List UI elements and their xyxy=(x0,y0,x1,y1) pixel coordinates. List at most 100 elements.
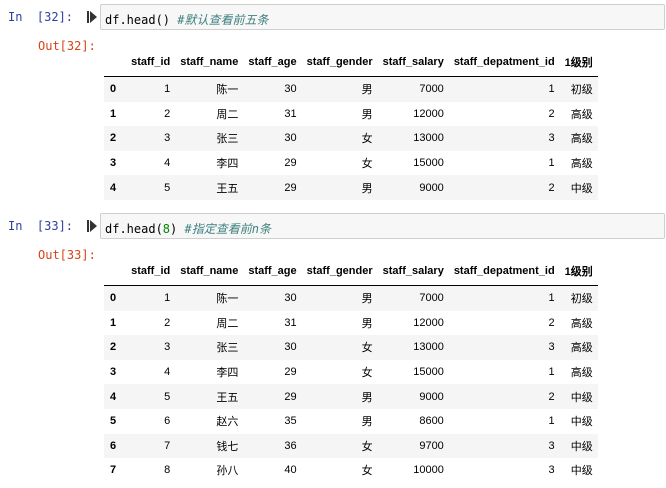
table-cell: 李四 xyxy=(216,158,239,171)
table-row: 1 2 周二 31 男 12000 2 高级 xyxy=(104,311,598,336)
table-cell: 7000 xyxy=(419,292,444,305)
code-comment: #指定查看前n条 xyxy=(184,222,271,236)
table-cell: 中级 xyxy=(570,391,593,404)
table-header-row: staff_id staff_name staff_age staff_gend… xyxy=(104,257,598,286)
table-cell: 女 xyxy=(361,158,373,171)
row-index: 3 xyxy=(110,157,117,170)
table-cell: 男 xyxy=(361,317,373,330)
table-cell: 女 xyxy=(361,367,373,380)
table-cell: 张三 xyxy=(216,133,239,146)
table-row: 0 1 陈一 30 男 7000 1 初级 xyxy=(104,285,598,311)
output-prompt: Out[32]: xyxy=(38,39,96,53)
table-header-cell: staff_name xyxy=(175,48,244,77)
table-cell: 赵六 xyxy=(216,416,239,429)
table-row: 5 6 赵六 35 男 8600 1 中级 xyxy=(104,409,598,434)
table-row: 1 2 周二 31 男 12000 2 高级 xyxy=(104,102,598,127)
table-cell: 3 xyxy=(548,132,555,145)
table-row: 2 3 张三 30 女 13000 3 高级 xyxy=(104,126,598,151)
table-cell: 高级 xyxy=(570,158,593,171)
table-cell: 高级 xyxy=(570,133,593,146)
table-header-row: staff_id staff_name staff_age staff_gend… xyxy=(104,48,598,77)
table-cell: 4 xyxy=(164,157,171,170)
table-cell: 2 xyxy=(548,181,555,194)
table-cell: 中级 xyxy=(570,440,593,453)
table-cell: 周二 xyxy=(216,317,239,330)
table-header-cell: 1级别 xyxy=(559,257,598,286)
table-cell: 9000 xyxy=(419,390,444,403)
table-header-cell: staff_id xyxy=(126,257,176,286)
table-cell: 周二 xyxy=(216,108,239,121)
code-text: df.head() #默认查看前五条 xyxy=(105,13,269,27)
row-index: 7 xyxy=(110,464,117,477)
input-prompt: In [33]: xyxy=(8,219,74,233)
code-text: df.head(8) #指定查看前n条 xyxy=(105,222,271,236)
row-index: 2 xyxy=(110,132,117,145)
table-cell: 王五 xyxy=(216,391,239,404)
output-prompt: Out[33]: xyxy=(38,248,96,262)
table-cell: 陈一 xyxy=(216,293,239,306)
run-cell-icon[interactable] xyxy=(87,220,97,232)
table-cell: 孙八 xyxy=(216,465,239,478)
table-header-cell: staff_name xyxy=(175,257,244,286)
code-input[interactable]: df.head(8) #指定查看前n条 xyxy=(100,213,665,239)
row-index: 4 xyxy=(110,181,117,194)
table-cell: 3 xyxy=(164,132,171,145)
table-cell: 钱七 xyxy=(216,440,239,453)
table-cell: 男 xyxy=(361,293,373,306)
row-index: 2 xyxy=(110,341,117,354)
table-header-cell: staff_salary xyxy=(377,48,449,77)
table-header-cell: staff_salary xyxy=(377,257,449,286)
table-header-cell: staff_age xyxy=(243,48,302,77)
input-prompt: In [32]: xyxy=(8,10,74,24)
table-cell: 3 xyxy=(548,341,555,354)
table-cell: 36 xyxy=(284,439,297,452)
table-cell: 29 xyxy=(284,390,297,403)
row-index: 5 xyxy=(110,415,117,428)
code-input[interactable]: df.head() #默认查看前五条 xyxy=(100,4,665,30)
table-row: 7 8 孙八 40 女 10000 3 中级 xyxy=(104,458,598,483)
table-cell: 13000 xyxy=(413,341,444,354)
row-index: 3 xyxy=(110,366,117,379)
table-cell: 30 xyxy=(284,341,297,354)
table-cell: 1 xyxy=(548,157,555,170)
table-cell: 女 xyxy=(361,133,373,146)
table-cell: 王五 xyxy=(216,182,239,195)
table-row: 3 4 李四 29 女 15000 1 高级 xyxy=(104,360,598,385)
table-cell: 李四 xyxy=(216,367,239,380)
table-cell: 30 xyxy=(284,292,297,305)
table-cell: 15000 xyxy=(413,157,444,170)
table-cell: 1 xyxy=(548,83,555,96)
table-cell: 3 xyxy=(548,464,555,477)
table-header-cell: 1级别 xyxy=(559,48,598,77)
table-cell: 男 xyxy=(361,391,373,404)
table-cell: 5 xyxy=(164,181,171,194)
table-header-cell: staff_gender xyxy=(301,257,378,286)
run-cell-icon[interactable] xyxy=(87,11,97,23)
table-row: 2 3 张三 30 女 13000 3 高级 xyxy=(104,335,598,360)
table-cell: 8 xyxy=(164,464,171,477)
table-row: 4 5 王五 29 男 9000 2 中级 xyxy=(104,175,598,200)
table-header-cell: staff_age xyxy=(243,257,302,286)
table-header-cell: staff_gender xyxy=(301,48,378,77)
table-cell: 1 xyxy=(548,366,555,379)
table-cell: 中级 xyxy=(570,465,593,478)
table-cell: 1 xyxy=(164,83,171,96)
row-index: 4 xyxy=(110,390,117,403)
row-index: 0 xyxy=(110,83,117,96)
table-cell: 高级 xyxy=(570,317,593,330)
table-cell: 2 xyxy=(548,107,555,120)
table-cell: 10000 xyxy=(413,464,444,477)
row-index: 1 xyxy=(110,316,117,329)
table-cell: 9000 xyxy=(419,181,444,194)
table-cell: 15000 xyxy=(413,366,444,379)
table-cell: 5 xyxy=(164,390,171,403)
code-comment: #默认查看前五条 xyxy=(177,13,269,27)
table-cell: 2 xyxy=(548,316,555,329)
table-cell: 高级 xyxy=(570,108,593,121)
table-cell: 13000 xyxy=(413,132,444,145)
table-cell: 中级 xyxy=(570,416,593,429)
table-row: 0 1 陈一 30 男 7000 1 初级 xyxy=(104,76,598,102)
table-header-cell xyxy=(104,257,127,286)
table-cell: 3 xyxy=(548,439,555,452)
table-cell: 12000 xyxy=(413,316,444,329)
